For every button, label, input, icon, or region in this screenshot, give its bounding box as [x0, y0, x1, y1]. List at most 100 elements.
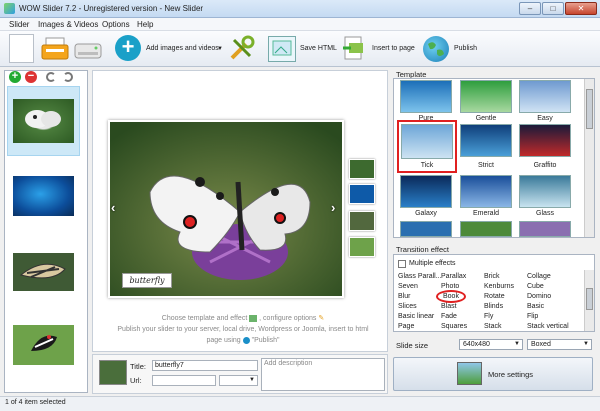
help-line3b: "Publish" — [251, 337, 280, 344]
effect-item[interactable]: Blast — [441, 303, 457, 310]
transition-header: Transition effect — [396, 245, 449, 254]
url-target-select[interactable]: ▼ — [219, 375, 258, 386]
effect-item[interactable]: Basic linear — [398, 313, 434, 320]
tools-wrench-icon[interactable] — [228, 34, 256, 62]
menu-options[interactable]: Options — [102, 20, 130, 29]
url-input[interactable] — [152, 375, 216, 386]
template-name-tick[interactable]: Tick — [397, 162, 457, 169]
minimize-button[interactable]: – — [519, 2, 541, 15]
slide-mode-select[interactable]: Boxed ▼ — [527, 339, 592, 350]
template-name-graffito[interactable]: Graffito — [515, 162, 575, 169]
slide-preview[interactable] — [108, 120, 344, 298]
effect-item[interactable]: Collage — [527, 273, 551, 280]
effect-item[interactable]: Flip — [527, 313, 538, 320]
new-document-icon[interactable] — [9, 34, 34, 63]
menu-help[interactable]: Help — [137, 20, 153, 29]
slide-thumb-3[interactable] — [13, 253, 74, 291]
effect-item[interactable]: Blur — [398, 293, 410, 300]
description-input[interactable]: Add description — [261, 358, 385, 391]
add-slide-icon[interactable]: + — [9, 71, 21, 83]
mini-thumb-3[interactable] — [349, 211, 375, 231]
slide-thumb-2[interactable] — [13, 176, 74, 216]
insert-page-icon[interactable] — [342, 35, 366, 63]
effect-item[interactable]: Brick — [484, 273, 500, 280]
template-thumb-gentle[interactable] — [460, 80, 512, 113]
slide-prev-arrow-icon[interactable]: ‹ — [111, 200, 115, 215]
effect-item[interactable]: Stack vertical — [527, 323, 569, 330]
effect-item[interactable]: Kenburns — [484, 283, 514, 290]
add-dropdown-chevron-icon[interactable]: ▼ — [217, 46, 223, 52]
slide-size-value: 640x480 — [463, 341, 490, 348]
template-thumb-emerald[interactable] — [460, 175, 512, 208]
multiple-effects-label[interactable]: Multiple effects — [409, 260, 456, 267]
slide-thumb-1[interactable] — [13, 99, 74, 143]
rotate-right-icon[interactable] — [63, 72, 73, 82]
slide-mode-value: Boxed — [531, 341, 551, 348]
mini-thumb-1[interactable] — [349, 159, 375, 179]
template-thumb-galaxy[interactable] — [400, 175, 452, 208]
effect-item[interactable]: Basic — [527, 303, 544, 310]
template-thumb-strict[interactable] — [460, 124, 512, 157]
effect-item[interactable]: Page — [398, 323, 414, 330]
publish-globe-icon[interactable] — [423, 36, 449, 62]
rotate-left-icon[interactable] — [46, 72, 56, 82]
menu-images-videos[interactable]: Images & Videos — [38, 20, 98, 29]
effect-item[interactable]: Squares — [441, 323, 467, 330]
template-thumb-row4-b[interactable] — [460, 221, 512, 237]
mini-thumb-4[interactable] — [349, 237, 375, 257]
effect-item[interactable]: Rotate — [484, 293, 505, 300]
slide-next-arrow-icon[interactable]: › — [331, 200, 335, 215]
title-input[interactable]: butterfly7 — [152, 360, 258, 371]
template-name-galaxy[interactable]: Galaxy — [396, 210, 456, 217]
template-thumb-row4-c[interactable] — [519, 221, 571, 237]
template-thumb-tick[interactable] — [401, 124, 453, 159]
add-images-label[interactable]: Add images and videos — [146, 45, 219, 52]
template-name-easy[interactable]: Easy — [515, 115, 575, 122]
add-images-icon[interactable]: + — [115, 35, 141, 61]
save-disk-icon[interactable] — [74, 38, 102, 62]
settings-landscape-icon[interactable] — [457, 362, 482, 385]
template-name-emerald[interactable]: Emerald — [456, 210, 516, 217]
effect-item[interactable]: Stack — [484, 323, 502, 330]
menu-slider[interactable]: Slider — [9, 20, 29, 29]
publish-label[interactable]: Publish — [454, 45, 477, 52]
template-thumb-pure[interactable] — [400, 80, 452, 113]
template-small-icon — [249, 314, 258, 322]
mini-thumb-2[interactable] — [349, 184, 375, 204]
effect-item[interactable]: Fade — [441, 313, 457, 320]
slide-caption: butterfly — [122, 273, 172, 288]
template-thumb-graffito[interactable] — [519, 124, 571, 157]
effect-item[interactable]: Parallax — [441, 273, 466, 280]
template-name-strict[interactable]: Strict — [456, 162, 516, 169]
slide-thumb-4[interactable] — [13, 325, 74, 365]
save-html-icon[interactable] — [268, 36, 296, 62]
multiple-effects-checkbox[interactable] — [398, 260, 406, 268]
slide-size-label: Slide size — [396, 341, 429, 350]
save-html-label[interactable]: Save HTML — [300, 45, 337, 52]
effect-item-selected[interactable]: Book — [443, 293, 459, 300]
template-name-glass[interactable]: Glass — [515, 210, 575, 217]
effect-item[interactable]: Domino — [527, 293, 551, 300]
effect-item[interactable]: Glass Parall... — [398, 273, 442, 280]
effect-item[interactable]: Blinds — [484, 303, 503, 310]
close-button[interactable]: ✕ — [565, 2, 597, 15]
effect-item[interactable]: Slices — [398, 303, 417, 310]
app-logo-icon — [4, 3, 15, 14]
effect-item[interactable]: Seven — [398, 283, 418, 290]
template-scrollbar[interactable] — [584, 79, 594, 237]
template-thumb-row4-a[interactable] — [400, 221, 452, 237]
insert-page-label[interactable]: Insert to page — [372, 45, 415, 52]
effect-item[interactable]: Fly — [484, 313, 493, 320]
template-thumb-easy[interactable] — [519, 80, 571, 113]
open-folder-icon[interactable] — [40, 36, 70, 62]
status-bar — [0, 396, 600, 411]
template-thumb-glass[interactable] — [519, 175, 571, 208]
effect-item[interactable]: Photo — [441, 283, 459, 290]
effects-scrollbar[interactable] — [584, 270, 594, 331]
remove-slide-icon[interactable]: − — [25, 71, 37, 83]
slide-size-select[interactable]: 640x480 ▼ — [459, 339, 523, 350]
template-name-gentle[interactable]: Gentle — [456, 115, 516, 122]
more-settings-label[interactable]: More settings — [488, 370, 533, 379]
maximize-button[interactable]: □ — [542, 2, 564, 15]
effect-item[interactable]: Cube — [527, 283, 544, 290]
